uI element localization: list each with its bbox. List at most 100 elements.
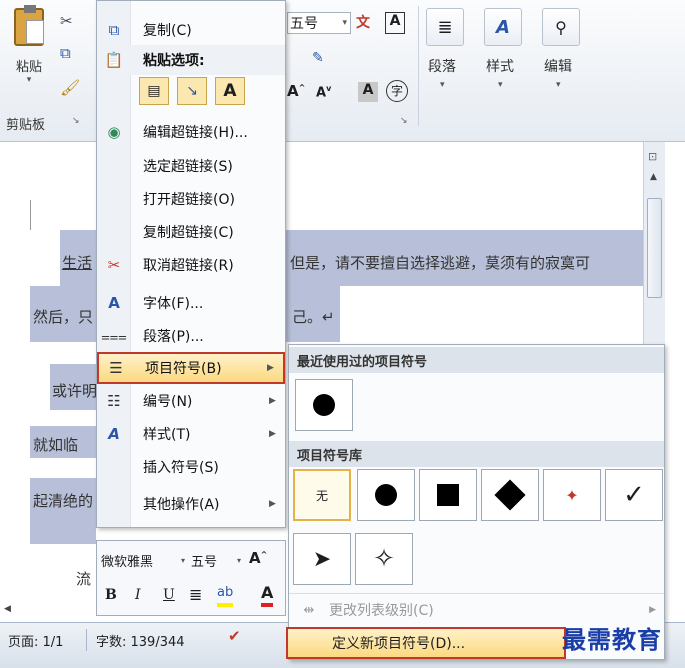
font-size-combo[interactable]: 五号 ▾ <box>287 12 351 34</box>
editing-dropdown-icon[interactable]: ▾ <box>556 80 561 90</box>
bullets-submenu: 最近使用过的项目符号 项目符号库 无 ✦ ✓ ➤ ✧ ⇹ 更改列表级别(C) ▶ 定… <box>286 344 665 660</box>
bullet-library-header: 项目符号库 <box>289 441 664 467</box>
word-count[interactable]: 字数: 139/344 <box>96 631 185 650</box>
align-center-icon[interactable]: ≣ <box>189 585 202 604</box>
paragraph-label: 段落 <box>428 59 456 75</box>
group-divider <box>418 6 419 126</box>
bullet-diamond[interactable] <box>481 469 539 521</box>
paragraph-dropdown-icon[interactable]: ▾ <box>440 80 445 90</box>
list-level-icon: ⇹ <box>303 602 315 618</box>
copy-small-icon[interactable]: ⧉ <box>60 44 71 62</box>
highlight-icon[interactable]: ab <box>217 585 234 607</box>
paste-text-only-icon[interactable]: A <box>215 77 245 105</box>
mini-grow-font-icon[interactable]: A^ <box>249 549 267 567</box>
clear-format-icon[interactable]: ✎ <box>312 50 324 66</box>
recent-bullets-header: 最近使用过的项目符号 <box>289 347 664 373</box>
bullet-arrowhead-icon: ➤ <box>312 546 332 572</box>
font-icon: A <box>108 294 120 312</box>
menu-item-copy[interactable]: ⧉ 复制(C) <box>97 15 285 45</box>
menu-item-insert-symbol[interactable]: 插入符号(S) <box>97 452 285 482</box>
paragraph-icon: ≣ <box>437 16 453 38</box>
recent-bullet-disc[interactable] <box>295 379 353 431</box>
bullet-none[interactable]: 无 <box>293 469 351 521</box>
menu-item-paragraph[interactable]: ⩶ 段落(P)... <box>97 321 285 351</box>
scroll-left-icon[interactable]: ◀ <box>4 604 11 614</box>
ruler-toggle-icon[interactable]: ⊡ <box>648 150 657 163</box>
char-shading-icon[interactable]: A <box>358 82 378 102</box>
unlink-icon: ✂ <box>107 256 121 274</box>
shrink-font-icon[interactable]: Av <box>316 84 331 100</box>
paragraph-format-icon: ⩶ <box>101 327 127 345</box>
menu-item-font[interactable]: A 字体(F)... <box>97 288 285 318</box>
cut-icon[interactable]: ✂ <box>60 12 73 30</box>
doc-line3: 或许明 <box>52 382 98 400</box>
format-painter-icon[interactable]: 🖌 <box>60 78 80 97</box>
mini-font-combo[interactable]: 微软雅黑 ▾ <box>101 549 185 571</box>
dialog-launcher-icon[interactable]: ↘ <box>72 116 80 126</box>
doc-line5: 起清绝的 <box>33 492 94 510</box>
mini-size-combo[interactable]: 五号 ▾ <box>191 549 241 571</box>
font-color-icon[interactable]: A <box>261 583 274 607</box>
bullet-disc-icon <box>375 484 397 506</box>
menu-item-select-hyperlink[interactable]: 选定超链接(S) <box>97 151 285 181</box>
numbering-icon: ☷ <box>107 392 121 410</box>
styles-dropdown-icon[interactable]: ▾ <box>498 80 503 90</box>
menu-item-remove-hyperlink[interactable]: ✂ 取消超链接(R) <box>97 250 285 280</box>
paragraph-button[interactable]: ≣ <box>426 8 464 46</box>
page-edge <box>30 200 31 230</box>
menu-item-edit-hyperlink[interactable]: ◉ 编辑超链接(H)... <box>97 117 285 147</box>
font-dialog-launcher-icon[interactable]: ↘ <box>400 116 408 126</box>
menu-item-bullets[interactable]: ☰ 项目符号(B) ▶ <box>97 352 285 384</box>
doc-line6: 流 <box>76 570 92 588</box>
page-indicator[interactable]: 页面: 1/1 <box>8 631 63 650</box>
menu-item-open-hyperlink[interactable]: 打开超链接(O) <box>97 184 285 214</box>
bullet-checkmark-icon: ✓ <box>623 480 645 510</box>
menu-item-copy-hyperlink[interactable]: 复制超链接(C) <box>97 217 285 247</box>
bullet-four-point-star[interactable]: ✧ <box>355 533 413 585</box>
clipboard-group-label: 剪贴板 <box>6 118 46 133</box>
paste-button[interactable]: 粘贴 ▾ <box>6 5 52 96</box>
char-border-icon[interactable]: A <box>385 12 405 34</box>
mini-toolbar: 微软雅黑 ▾ 五号 ▾ A^ B I U ≣ ab A <box>96 540 286 616</box>
enclosed-char-icon[interactable]: 字 <box>386 80 408 102</box>
phonetic-guide-icon[interactable]: 文 <box>356 12 370 32</box>
doc-line1-start: 生活 <box>62 254 93 272</box>
bullet-disc[interactable] <box>357 469 415 521</box>
bullet-star-icon: ✧ <box>373 544 395 574</box>
grow-font-icon[interactable]: A^ <box>287 82 305 100</box>
bold-icon[interactable]: B <box>105 587 117 603</box>
menu-item-other-actions[interactable]: 其他操作(A) ▶ <box>97 489 285 519</box>
italic-icon[interactable]: I <box>135 587 141 603</box>
menu-item-styles[interactable]: A 样式(T) ▶ <box>97 419 285 449</box>
submenu-arrow-icon: ▶ <box>269 499 276 509</box>
bullet-cross-star[interactable]: ✦ <box>543 469 601 521</box>
bullets-icon: ☰ <box>109 359 123 377</box>
define-new-bullet-item[interactable]: 定义新项目符号(D)... <box>286 627 566 659</box>
bullet-cross-star-icon: ✦ <box>565 485 579 505</box>
watermark: 最需教育 <box>562 625 662 654</box>
proofing-icon[interactable]: ✔ <box>228 627 241 645</box>
paste-label: 粘贴 <box>15 60 42 75</box>
doc-line4: 就如临 <box>33 436 79 454</box>
editing-button[interactable]: ⚲ <box>542 8 580 46</box>
scroll-thumb[interactable] <box>647 198 662 298</box>
bullet-checkmark[interactable]: ✓ <box>605 469 663 521</box>
scroll-up-icon[interactable]: ▲ <box>650 172 657 182</box>
doc-line1-end: 但是，请不要擅自选择逃避，莫须有的寂寞可 <box>290 254 591 272</box>
bullet-square-icon <box>437 484 459 506</box>
paste-keep-source-icon[interactable]: ▤ <box>139 77 169 105</box>
menu-item-numbering[interactable]: ☷ 编号(N) ▶ <box>97 386 285 416</box>
bullet-square[interactable] <box>419 469 477 521</box>
context-menu: ⧉ 复制(C) 📋 粘贴选项: ▤ ↘ A ◉ 编辑超链接(H)... 选定超链接(S… <box>96 0 286 528</box>
styles-button[interactable]: A <box>484 8 522 46</box>
submenu-arrow-icon: ▶ <box>269 396 276 406</box>
underline-icon[interactable]: U <box>163 587 175 603</box>
bullet-arrowhead[interactable]: ➤ <box>293 533 351 585</box>
paste-merge-icon[interactable]: ↘ <box>177 77 207 105</box>
paste-icon: 📋 <box>104 51 124 69</box>
binoculars-icon: ⚲ <box>555 17 567 37</box>
bullet-disc-icon <box>313 394 335 416</box>
styles-icon: A <box>496 16 510 38</box>
bullet-diamond-icon <box>494 479 526 511</box>
styles-menu-icon: A <box>108 425 120 443</box>
